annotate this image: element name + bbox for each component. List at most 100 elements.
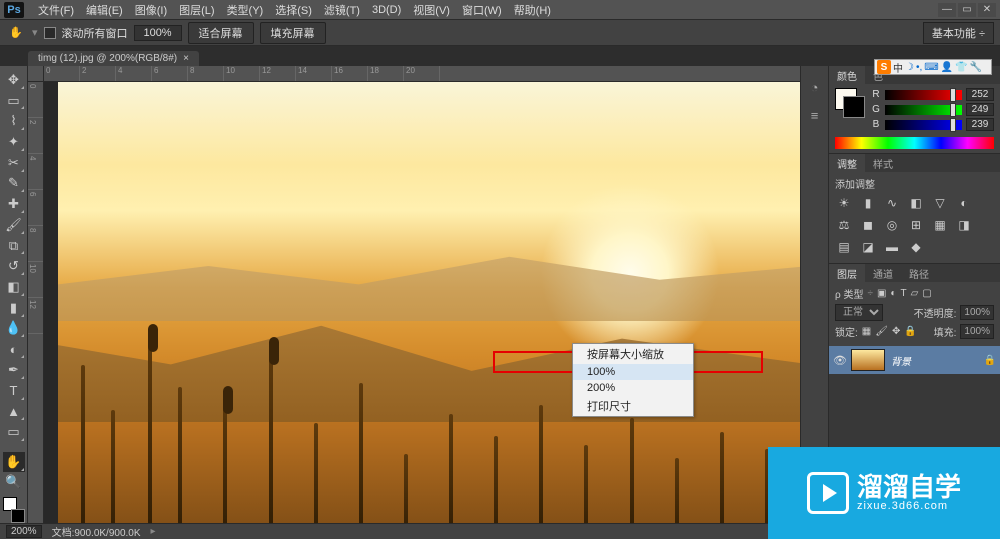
g-slider[interactable] [885, 105, 962, 115]
hand-tool[interactable]: ✋ [3, 452, 25, 472]
zoom-tool[interactable]: 🔍 [3, 473, 25, 493]
menu-view[interactable]: 视图(V) [407, 2, 456, 18]
posterize-icon[interactable]: ▤ [835, 239, 853, 255]
menu-select[interactable]: 选择(S) [269, 2, 318, 18]
ruler-horizontal[interactable]: 0 2 4 6 8 10 12 14 16 18 20 [44, 66, 800, 82]
menu-image[interactable]: 图像(I) [129, 2, 173, 18]
tab-channels[interactable]: 通道 [865, 264, 901, 282]
gradient-tool[interactable]: ▮ [3, 298, 25, 318]
selective-color-icon[interactable]: ◆ [907, 239, 925, 255]
r-value[interactable]: 252 [966, 88, 994, 101]
ctx-fit-screen[interactable]: 按屏幕大小缩放 [573, 344, 693, 364]
fill-screen-button[interactable]: 填充屏幕 [260, 22, 326, 44]
stamp-tool[interactable]: ⧉ [3, 236, 25, 256]
gradient-map-icon[interactable]: ▬ [883, 239, 901, 255]
hue-icon[interactable]: ◐ [955, 195, 973, 211]
menu-help[interactable]: 帮助(H) [508, 2, 557, 18]
type-tool[interactable]: T [3, 381, 25, 401]
bw-icon[interactable]: ◼ [859, 217, 877, 233]
wrench-icon[interactable]: 🔧 [970, 62, 982, 73]
fill-value[interactable]: 100% [960, 324, 994, 339]
vibrance-icon[interactable]: ▽ [931, 195, 949, 211]
menu-type[interactable]: 类型(Y) [221, 2, 270, 18]
blur-tool[interactable]: 💧 [3, 319, 25, 339]
ctx-200-percent[interactable]: 200% [573, 380, 693, 396]
keyboard-icon[interactable]: ⌨ [924, 62, 938, 73]
status-doc-info[interactable]: 文档:900.0K/900.0K [52, 524, 141, 539]
layer-thumbnail[interactable] [851, 349, 885, 371]
color-balance-icon[interactable]: ⚖ [835, 217, 853, 233]
brightness-icon[interactable]: ☀ [835, 195, 853, 211]
document-tab[interactable]: timg (12).jpg @ 200%(RGB/8#) × [28, 51, 199, 66]
shirt-icon[interactable]: 👕 [955, 62, 967, 73]
shape-tool[interactable]: ▭ [3, 422, 25, 442]
menu-file[interactable]: 文件(F) [32, 2, 80, 18]
pen-tool[interactable]: ✒ [3, 360, 25, 380]
menu-edit[interactable]: 编辑(E) [80, 2, 129, 18]
crop-tool[interactable]: ✂ [3, 153, 25, 173]
levels-icon[interactable]: ▮ [859, 195, 877, 211]
b-slider[interactable] [885, 120, 962, 130]
tab-paths[interactable]: 路径 [901, 264, 937, 282]
layer-row[interactable]: 👁 背景 🔒 [829, 346, 1000, 374]
user-icon[interactable]: 👤 [941, 62, 953, 73]
color-spectrum[interactable] [835, 137, 994, 149]
invert-icon[interactable]: ◨ [955, 217, 973, 233]
canvas[interactable] [58, 82, 800, 523]
eyedropper-tool[interactable]: ✎ [3, 174, 25, 194]
workspace-switcher[interactable]: 基本功能 ÷ [923, 22, 994, 44]
tab-adjustments[interactable]: 调整 [829, 154, 865, 172]
fit-screen-button[interactable]: 适合屏幕 [188, 22, 254, 44]
curves-icon[interactable]: ∿ [883, 195, 901, 211]
lasso-tool[interactable]: ⌇ [3, 111, 25, 131]
ruler-vertical[interactable]: 0 2 4 6 8 10 12 [28, 82, 44, 523]
ruler-origin[interactable] [28, 66, 44, 82]
dodge-tool[interactable]: ◐ [3, 339, 25, 359]
history-brush-tool[interactable]: ↺ [3, 256, 25, 276]
ime-toolbar[interactable]: S 中 ☽ •, ⌨ 👤 👕 🔧 [874, 59, 992, 75]
channel-mixer-icon[interactable]: ⊞ [907, 217, 925, 233]
brush-tool[interactable]: 🖌 [3, 215, 25, 235]
lock-transparency-icon[interactable]: ▦ [862, 326, 871, 337]
ime-lang[interactable]: 中 [893, 60, 903, 75]
lock-pixels-icon[interactable]: 🖌 [875, 326, 888, 337]
blend-mode-select[interactable]: 正常 [835, 304, 883, 321]
filter-pixel-icon[interactable]: ▣ [877, 288, 886, 299]
filter-shape-icon[interactable]: ▱ [911, 288, 919, 299]
window-minimize-button[interactable]: — [938, 3, 956, 17]
layer-name[interactable]: 背景 [891, 353, 911, 368]
punct-icon[interactable]: •, [916, 62, 922, 73]
background-color[interactable] [11, 509, 25, 523]
window-restore-button[interactable]: ▭ [958, 3, 976, 17]
lookup-icon[interactable]: ▦ [931, 217, 949, 233]
ctx-100-percent[interactable]: 100% [573, 364, 693, 380]
b-value[interactable]: 239 [966, 118, 994, 131]
filter-type-icon[interactable]: T [900, 288, 906, 299]
ctx-print-size[interactable]: 打印尺寸 [573, 396, 693, 416]
tab-styles[interactable]: 样式 [865, 154, 901, 172]
marquee-tool[interactable]: ▭ [3, 91, 25, 111]
exposure-icon[interactable]: ◧ [907, 195, 925, 211]
moon-icon[interactable]: ☽ [905, 62, 914, 73]
menu-window[interactable]: 窗口(W) [456, 2, 508, 18]
move-tool[interactable]: ✥ [3, 70, 25, 90]
menu-3d[interactable]: 3D(D) [366, 4, 407, 16]
menu-layer[interactable]: 图层(L) [173, 2, 220, 18]
zoom-field[interactable]: 100% [134, 25, 182, 41]
status-zoom[interactable]: 200% [6, 525, 42, 538]
g-value[interactable]: 249 [966, 103, 994, 116]
visibility-icon[interactable]: 👁 [833, 354, 845, 367]
scroll-all-checkbox[interactable] [44, 27, 56, 39]
photo-filter-icon[interactable]: ◎ [883, 217, 901, 233]
threshold-icon[interactable]: ◪ [859, 239, 877, 255]
eraser-tool[interactable]: ◧ [3, 277, 25, 297]
filter-adjust-icon[interactable]: ◐ [890, 288, 896, 299]
opacity-value[interactable]: 100% [960, 305, 994, 320]
color-swatches[interactable] [3, 497, 25, 523]
menu-filter[interactable]: 滤镜(T) [318, 2, 366, 18]
properties-panel-icon[interactable]: ≡ [806, 106, 824, 124]
r-slider[interactable] [885, 90, 962, 100]
path-select-tool[interactable]: ▲ [3, 402, 25, 422]
color-panel-swatch[interactable] [835, 88, 865, 118]
tab-layers[interactable]: 图层 [829, 264, 865, 282]
